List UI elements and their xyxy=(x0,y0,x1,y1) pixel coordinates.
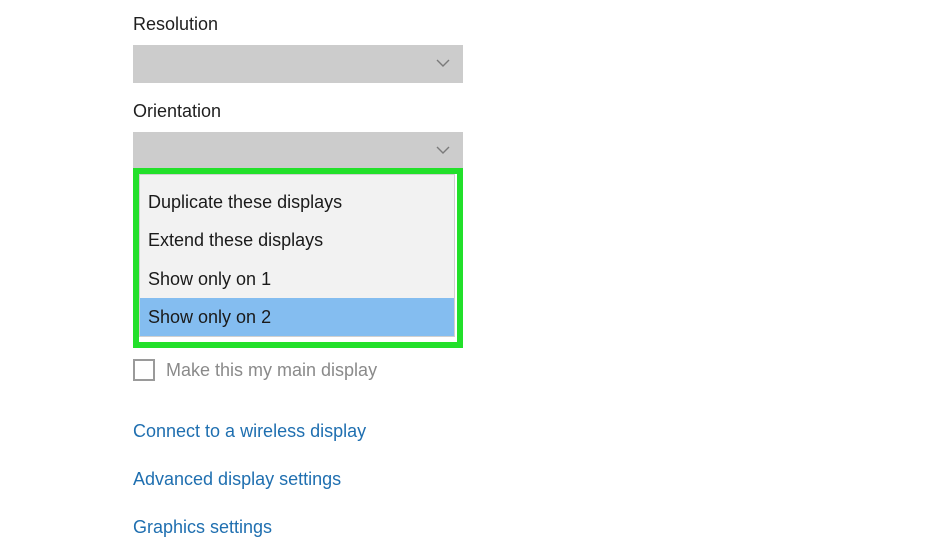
menu-item-show-only-1[interactable]: Show only on 1 xyxy=(140,260,454,298)
menu-item-duplicate[interactable]: Duplicate these displays xyxy=(140,183,454,221)
main-display-label: Make this my main display xyxy=(166,360,378,380)
multiple-displays-menu: Duplicate these displays Extend these di… xyxy=(139,174,455,337)
orientation-label: Orientation xyxy=(133,101,222,121)
menu-item-extend[interactable]: Extend these displays xyxy=(140,221,454,259)
graphics-settings-link[interactable]: Graphics settings xyxy=(133,517,272,538)
menu-item-show-only-2[interactable]: Show only on 2 xyxy=(140,298,454,336)
advanced-display-link[interactable]: Advanced display settings xyxy=(133,469,341,490)
resolution-dropdown[interactable] xyxy=(133,45,463,83)
chevron-down-icon xyxy=(436,59,450,67)
orientation-dropdown[interactable] xyxy=(133,132,463,170)
chevron-down-icon xyxy=(436,146,450,154)
main-display-checkbox[interactable] xyxy=(133,359,155,381)
connect-wireless-link[interactable]: Connect to a wireless display xyxy=(133,421,366,442)
resolution-label: Resolution xyxy=(133,14,219,34)
